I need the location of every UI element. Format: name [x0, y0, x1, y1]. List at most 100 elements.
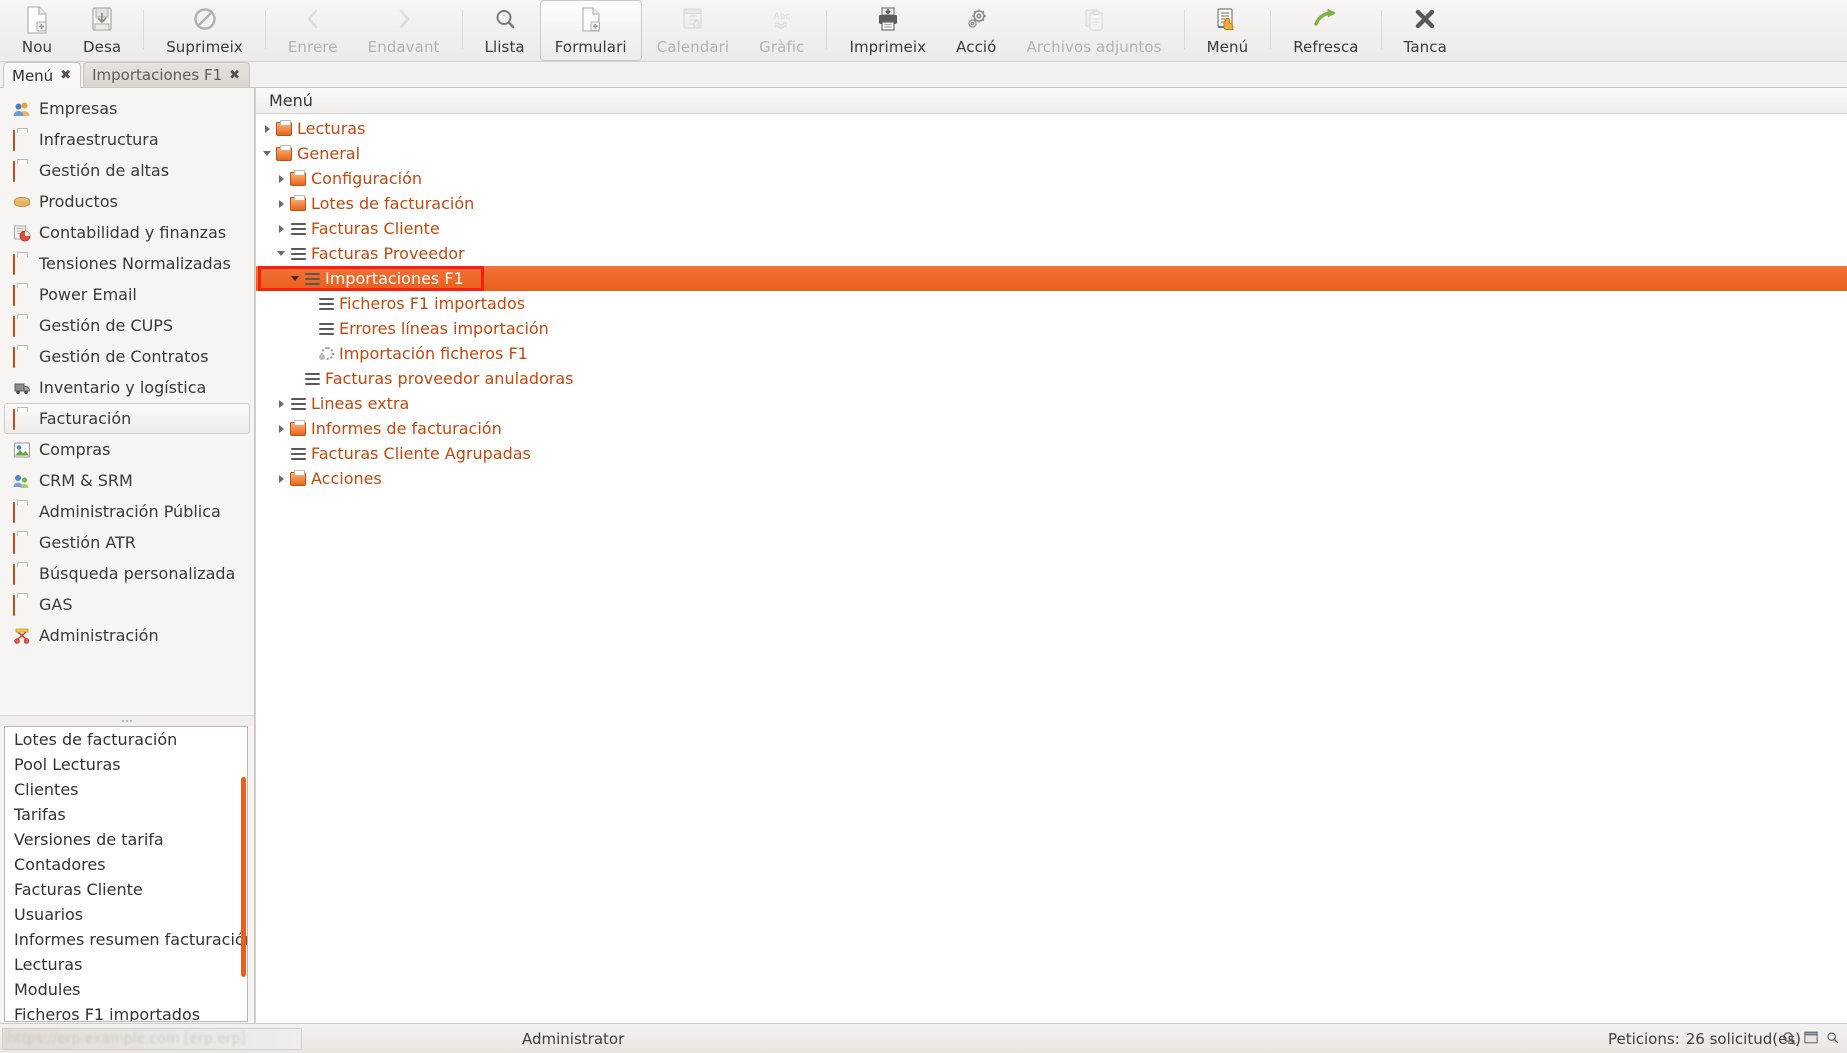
tree-twisty-closed-icon[interactable] — [274, 425, 288, 433]
sidebar-item-label: Administración Pública — [39, 502, 221, 521]
tab-close-icon[interactable]: ✖ — [229, 69, 240, 82]
toolbar-button-label: Nou — [21, 38, 53, 56]
list-item[interactable]: Tarifas — [5, 802, 247, 827]
list-item[interactable]: Informes resumen facturación — [5, 927, 247, 952]
tree-twisty-open-icon[interactable] — [260, 151, 274, 156]
tree-node-facturas-cliente-agrupadas[interactable]: Facturas Cliente Agrupadas — [256, 441, 1847, 466]
toolbar-button-refresca[interactable]: Refresca — [1278, 0, 1373, 61]
tree-twisty-open-icon[interactable] — [274, 251, 288, 256]
history-scrollbar[interactable] — [241, 777, 246, 977]
toolbar-button-acci[interactable]: Acció — [941, 0, 1011, 61]
toolbar-button-imprimeix[interactable]: Imprimeix — [834, 0, 941, 61]
tree-node-importaciones-f1[interactable]: Importaciones F1 — [256, 266, 1847, 291]
sidebar-item-administraci-n-p-blica[interactable]: Administración Pública — [4, 496, 250, 527]
tree-node-lecturas[interactable]: Lecturas — [256, 116, 1847, 141]
tree-twisty-closed-icon[interactable] — [274, 475, 288, 483]
sidebar-item-administraci-n[interactable]: Administración — [4, 620, 250, 651]
sidebar-item-power-email[interactable]: Power Email — [4, 279, 250, 310]
gears-action-icon — [960, 5, 992, 35]
toolbar-button-label: Refresca — [1293, 38, 1359, 56]
menu-hand-icon — [1211, 5, 1243, 35]
status-url-field: https://erp.example.com [erp.erp] — [2, 1027, 302, 1050]
tree-node-acciones[interactable]: Acciones — [256, 466, 1847, 491]
toolbar-button-desa[interactable]: Desa — [68, 0, 136, 61]
list-item[interactable]: Pool Lecturas — [5, 752, 247, 777]
sidebar-item-b-squeda-personalizada[interactable]: Búsqueda personalizada — [4, 558, 250, 589]
sidebar-item-gesti-n-atr[interactable]: Gestión ATR — [4, 527, 250, 558]
tab-close-icon[interactable]: ✖ — [60, 69, 71, 82]
tree-twisty-closed-icon[interactable] — [274, 175, 288, 183]
toolbar-button-nou[interactable]: Nou — [6, 0, 68, 61]
list-item[interactable]: Lecturas — [5, 952, 247, 977]
toolbar-button-label: Llista — [484, 38, 525, 56]
tree-node-ficheros-f1-importados[interactable]: Ficheros F1 importados — [256, 291, 1847, 316]
sidebar-item-productos[interactable]: Productos — [4, 186, 250, 217]
tab-importaciones-f1[interactable]: Importaciones F1 ✖ — [83, 62, 251, 87]
sidebar-item-gas[interactable]: GAS — [4, 589, 250, 620]
toolbar-button-gr-fic: Abc Gràfic — [744, 0, 819, 61]
tree-node-lineas-extra[interactable]: Lineas extra — [256, 391, 1847, 416]
tree-node-label: Lotes de facturación — [311, 194, 475, 213]
sidebar-item-tensiones-normalizadas[interactable]: Tensiones Normalizadas — [4, 248, 250, 279]
zoom-icon[interactable] — [1782, 1031, 1797, 1046]
tree-node-facturas-cliente[interactable]: Facturas Cliente — [256, 216, 1847, 241]
status-url-text: https://erp.example.com [erp.erp] — [7, 1030, 246, 1047]
list-icon — [316, 322, 336, 335]
list-item[interactable]: Contadores — [5, 852, 247, 877]
list-item[interactable]: Lotes de facturación — [5, 727, 247, 752]
tree-node-label: Lecturas — [297, 119, 366, 138]
sidebar-item-compras[interactable]: Compras — [4, 434, 250, 465]
search-list-icon — [489, 5, 521, 35]
products-box-icon — [13, 193, 31, 211]
list-item[interactable]: Versiones de tarifa — [5, 827, 247, 852]
toolbar-button-tanca[interactable]: Tanca — [1389, 0, 1462, 61]
tree-twisty-closed-icon[interactable] — [274, 225, 288, 233]
sidebar-item-infraestructura[interactable]: Infraestructura — [4, 124, 250, 155]
tree-node-configuraci-n[interactable]: Configuración — [256, 166, 1847, 191]
tree-twisty-open-icon[interactable] — [288, 276, 302, 281]
tree-node-label: Importación ficheros F1 — [339, 344, 528, 363]
status-requests: Peticions: 26 solicitud(es) — [1608, 1030, 1801, 1048]
list-item[interactable]: Facturas Cliente — [5, 877, 247, 902]
sidebar-item-gesti-n-de-altas[interactable]: Gestión de altas — [4, 155, 250, 186]
window-icon[interactable] — [1804, 1031, 1819, 1046]
list-item[interactable]: Ficheros F1 importados — [5, 1002, 247, 1021]
tree-node-label: Facturas proveedor anuladoras — [325, 369, 574, 388]
sidebar-item-label: Gestión ATR — [39, 533, 136, 552]
sidebar-item-gesti-n-de-cups[interactable]: Gestión de CUPS — [4, 310, 250, 341]
folder-icon — [13, 160, 31, 182]
tree-node-facturas-proveedor[interactable]: Facturas Proveedor — [256, 241, 1847, 266]
toolbar-button-llista[interactable]: Llista — [470, 0, 540, 61]
tree-node-general[interactable]: General — [256, 141, 1847, 166]
toolbar-button-men[interactable]: Menú — [1192, 0, 1264, 61]
tree-twisty-closed-icon[interactable] — [274, 400, 288, 408]
tree-twisty-closed-icon[interactable] — [260, 125, 274, 133]
list-item[interactable]: Clientes — [5, 777, 247, 802]
toolbar-separator — [461, 10, 463, 49]
tree-node-importaci-n-ficheros-f1[interactable]: Importación ficheros F1 — [256, 341, 1847, 366]
tree-node-informes-de-facturaci-n[interactable]: Informes de facturación — [256, 416, 1847, 441]
status-bar: https://erp.example.com [erp.erp] Admini… — [0, 1023, 1847, 1053]
pane-splitter[interactable] — [0, 715, 254, 726]
sidebar-item-inventario-y-log-stica[interactable]: Inventario y logística — [4, 372, 250, 403]
tree-twisty-closed-icon[interactable] — [274, 200, 288, 208]
tree-node-label: General — [297, 144, 361, 163]
list-item[interactable]: Modules — [5, 977, 247, 1002]
printer-icon — [872, 5, 904, 35]
sidebar-item-facturaci-n[interactable]: Facturación — [4, 403, 250, 434]
tree-node-errores-l-neas-importaci-n[interactable]: Errores líneas importación — [256, 316, 1847, 341]
sidebar-item-contabilidad-y-finanzas[interactable]: Contabilidad y finanzas — [4, 217, 250, 248]
sidebar-item-empresas[interactable]: Empresas — [4, 93, 250, 124]
tab-men-[interactable]: Menú ✖ — [3, 62, 82, 88]
zoom-small-icon[interactable] — [1826, 1031, 1841, 1046]
svg-text:Abc: Abc — [773, 12, 790, 22]
folder-icon — [288, 169, 308, 186]
sidebar-item-gesti-n-de-contratos[interactable]: Gestión de Contratos — [4, 341, 250, 372]
list-item[interactable]: Usuarios — [5, 902, 247, 927]
tree-node-lotes-de-facturaci-n[interactable]: Lotes de facturación — [256, 191, 1847, 216]
toolbar-button-suprimeix[interactable]: Suprimeix — [151, 0, 258, 61]
main-toolbar: Nou Desa Suprimeix Enrere Endavant Llista Form… — [0, 0, 1847, 62]
tree-node-facturas-proveedor-anuladoras[interactable]: Facturas proveedor anuladoras — [256, 366, 1847, 391]
sidebar-item-crm-srm[interactable]: CRM & SRM — [4, 465, 250, 496]
toolbar-button-formulari[interactable]: Formulari — [539, 0, 642, 61]
